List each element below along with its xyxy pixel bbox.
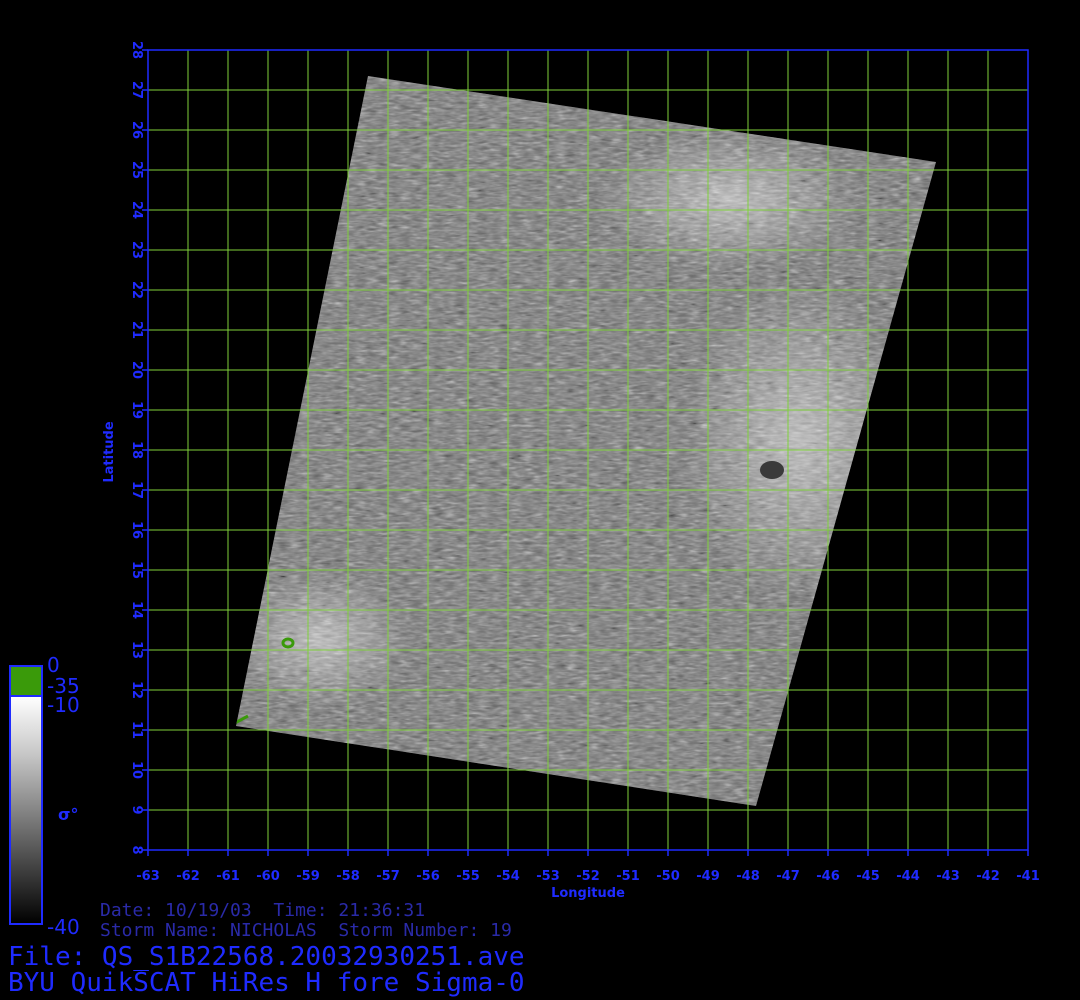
lat-tick-label: 24 — [129, 201, 144, 219]
lon-tick-label: -50 — [656, 869, 680, 884]
lat-tick-label: 16 — [129, 521, 144, 539]
lon-tick-label: -49 — [696, 869, 720, 884]
lon-tick-label: -56 — [416, 869, 440, 884]
lat-tick-label: 21 — [129, 321, 144, 339]
x-axis-label: Longitude — [551, 886, 625, 901]
lon-tick-label: -61 — [216, 869, 240, 884]
lat-tick-label: 18 — [129, 441, 144, 459]
lat-tick-label: 14 — [129, 601, 144, 619]
lon-tick-label: -45 — [856, 869, 880, 884]
sigma0-map-figure: -63 -62 -61 -60 -59 -58 -57 -56 -55 -54 -53 -52 -51 -… — [9, 41, 1040, 939]
lon-tick-label: -55 — [456, 869, 480, 884]
storm-info-line: Storm Name: NICHOLAS Storm Number: 19 — [100, 920, 512, 941]
date-time-line: Date: 10/19/03 Time: 21:36:31 — [100, 900, 426, 921]
lat-tick-label: 26 — [129, 121, 144, 139]
lon-tick-label: -52 — [576, 869, 600, 884]
lat-tick-label: 27 — [129, 81, 144, 99]
lat-tick-label: 25 — [129, 161, 144, 179]
lat-tick-label: 28 — [129, 41, 144, 59]
lat-tick-label: 10 — [129, 761, 144, 779]
lat-tick-label: 13 — [129, 641, 144, 659]
lon-tick-label: -63 — [136, 869, 160, 884]
colorbar-label-gray-max: -10 — [47, 693, 80, 717]
figure-title-line: BYU QuikSCAT HiRes H fore Sigma-0 — [8, 968, 525, 998]
bright-area-east — [680, 280, 920, 600]
lat-tick-label: 15 — [129, 561, 144, 579]
lon-tick-label: -44 — [896, 869, 920, 884]
bright-area-southwest — [236, 570, 410, 710]
bright-area-north — [600, 130, 860, 270]
lon-tick-label: -47 — [776, 869, 800, 884]
lon-tick-label: -60 — [256, 869, 280, 884]
latitude-gridlines — [148, 49, 1028, 851]
lon-tick-label: -58 — [336, 869, 360, 884]
colorbar-gradient — [10, 696, 42, 924]
colorbar-green-segment — [10, 666, 42, 696]
lat-tick-label: 22 — [129, 281, 144, 299]
colorbar-symbol: σ° — [58, 805, 78, 824]
lat-tick-label: 12 — [129, 681, 144, 699]
colorbar-label-min: -40 — [47, 915, 80, 939]
colorbar: 0 -35 -10 -40 σ° — [9, 653, 80, 939]
lon-tick-label: -41 — [1016, 869, 1040, 884]
lon-tick-label: -42 — [976, 869, 1000, 884]
file-name-line: File: QS_S1B22568.20032930251.ave — [8, 942, 525, 972]
y-axis-label: Latitude — [102, 421, 117, 483]
lon-tick-label: -51 — [616, 869, 640, 884]
lon-tick-label: -62 — [176, 869, 200, 884]
lon-tick-label: -57 — [376, 869, 400, 884]
lat-tick-label: 11 — [129, 721, 144, 739]
lat-tick-label: 8 — [129, 845, 144, 854]
lon-tick-label: -59 — [296, 869, 320, 884]
storm-center-dark-spot — [760, 461, 784, 479]
lon-tick-label: -53 — [536, 869, 560, 884]
lon-tick-label: -54 — [496, 869, 520, 884]
lon-tick-label: -43 — [936, 869, 960, 884]
lat-tick-label: 9 — [129, 805, 144, 814]
lat-tick-label: 19 — [129, 401, 144, 419]
lon-tick-label: -46 — [816, 869, 840, 884]
latitude-tick-labels: 8 9 10 11 12 13 14 15 16 17 18 19 20 21 22 23 24 25 26 27 28 — [129, 41, 148, 855]
lat-tick-label: 23 — [129, 241, 144, 259]
lon-tick-label: -48 — [736, 869, 760, 884]
lat-tick-label: 20 — [129, 361, 144, 379]
lat-tick-label: 17 — [129, 481, 144, 499]
longitude-tick-labels: -63 -62 -61 -60 -59 -58 -57 -56 -55 -54 -53 -52 -51 -… — [136, 850, 1040, 884]
